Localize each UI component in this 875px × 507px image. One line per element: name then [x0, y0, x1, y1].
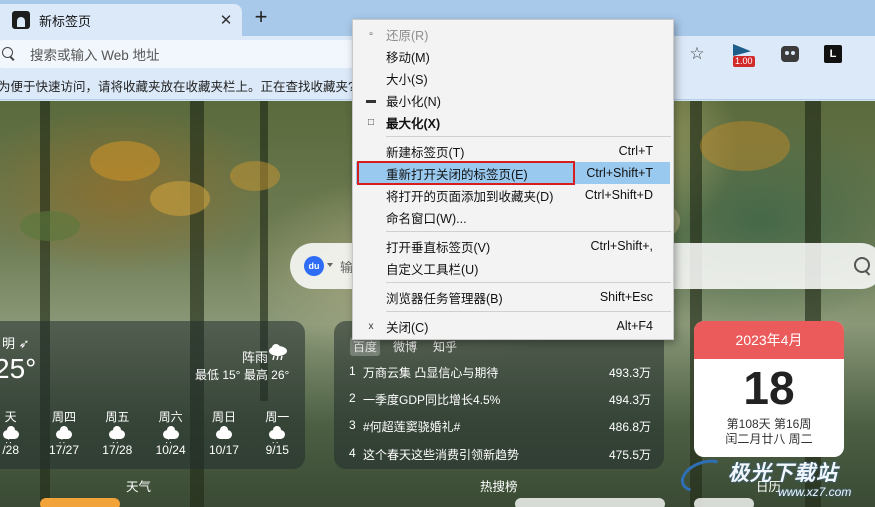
watermark-logo: 极光下载站 www.xz7.com — [676, 453, 875, 507]
rain-icon — [251, 425, 304, 447]
menu-item-move[interactable]: 移动(M) — [356, 45, 670, 67]
tab-new-tab[interactable]: 新标签页 ✕ — [0, 4, 242, 36]
menu-item-new-tab[interactable]: 新建标签页(T) Ctrl+T — [356, 140, 670, 162]
rain-icon — [91, 425, 144, 447]
chevron-down-icon[interactable] — [327, 263, 333, 267]
forecast-day: 周五 17/28 — [91, 408, 144, 457]
baidu-engine-icon[interactable]: du — [304, 256, 324, 276]
menu-item-customize-toolbar[interactable]: 自定义工具栏(U) — [356, 257, 670, 279]
list-item[interactable]: 1 万商云集 凸显信心与期待 493.3万 — [349, 364, 651, 381]
minimize-icon: ▬ — [366, 94, 376, 106]
menu-item-add-pages-to-favorites[interactable]: 将打开的页面添加到收藏夹(D) Ctrl+Shift+D — [356, 184, 670, 206]
menu-item-minimize[interactable]: ▬ 最小化(N) — [356, 89, 670, 111]
menu-separator — [386, 136, 671, 137]
extension-l-icon[interactable]: L — [821, 42, 845, 66]
menu-separator — [386, 311, 671, 312]
hot-search-card: 百度 微博 知乎 1 万商云集 凸显信心与期待 493.3万 2 一季度GDP同比增长… — [334, 321, 664, 469]
calendar-day: 18 — [743, 362, 795, 414]
weather-label: 天气 — [126, 480, 152, 494]
menu-separator — [386, 231, 671, 232]
address-bar[interactable]: 搜索或输入 Web 地址 — [0, 40, 362, 68]
menu-separator — [386, 282, 671, 283]
search-icon[interactable] — [853, 256, 873, 276]
window-context-menu: ▫ 还原(R) 移动(M) 大小(S) ▬ 最小化(N) □ 最大化(X) 新建… — [352, 19, 674, 340]
tab-title: 新标签页 — [39, 13, 92, 29]
cloud-icon — [197, 425, 250, 443]
menu-item-restore[interactable]: ▫ 还原(R) — [356, 23, 670, 45]
forecast-day: 天 /28 — [0, 408, 37, 457]
calendar-lunar-info: 闰二月廿八 周二 — [725, 432, 813, 446]
calendar-card[interactable]: 2023年4月 18 第108天 第16周 闰二月廿八 周二 — [694, 321, 844, 457]
extension-icon[interactable] — [778, 42, 802, 66]
extension-badge-count: 1.00 — [733, 56, 755, 67]
close-icon: x — [368, 320, 374, 332]
rain-icon — [144, 425, 197, 447]
search-icon — [2, 47, 16, 61]
weather-city: 明 ➶ — [2, 336, 30, 351]
bottom-widget[interactable] — [515, 498, 665, 507]
menu-item-size[interactable]: 大小(S) — [356, 67, 670, 89]
restore-icon: ▫ — [369, 28, 373, 40]
rain-cloud-icon — [267, 343, 289, 361]
calendar-week-info: 第108天 第16周 — [726, 417, 812, 431]
favorites-hint-text: 为便于快速访问，请将收藏夹放在收藏夹栏上。正在查找收藏夹? — [0, 80, 355, 94]
forecast-day: 周日 10/17 — [197, 408, 250, 457]
extension-badge-icon[interactable]: 1.00 — [733, 44, 755, 67]
menu-item-vertical-tabs[interactable]: 打开垂直标签页(V) Ctrl+Shift+, — [356, 235, 670, 257]
weather-condition: 阵雨 — [242, 350, 269, 365]
weather-card[interactable]: 明 ➶ 25° 阵雨 最低 15° 最高 26° 天 /28 周四 17/27 … — [0, 321, 305, 469]
forecast-day: 周一 9/15 — [251, 408, 304, 457]
edge-tab-icon — [12, 11, 30, 29]
forecast-day: 周六 10/24 — [144, 408, 197, 457]
maximize-icon: □ — [367, 116, 375, 128]
menu-item-reopen-closed-tab[interactable]: 重新打开关闭的标签页(E) Ctrl+Shift+T — [356, 162, 670, 184]
menu-item-close[interactable]: x 关闭(C) Alt+F4 — [356, 315, 670, 337]
bottom-widget[interactable] — [40, 498, 120, 507]
close-tab-icon[interactable]: ✕ — [216, 11, 236, 29]
list-item[interactable]: 4 这个春天这些消费引领新趋势 475.5万 — [349, 446, 651, 463]
menu-item-task-manager[interactable]: 浏览器任务管理器(B) Shift+Esc — [356, 286, 670, 308]
new-tab-button[interactable]: + — [248, 5, 274, 31]
list-item[interactable]: 2 一季度GDP同比增长4.5% 494.3万 — [349, 391, 651, 408]
forecast-day: 周四 17/27 — [37, 408, 90, 457]
calendar-month: 2023年4月 — [694, 321, 844, 359]
weather-temp: 25° — [0, 353, 37, 384]
list-item[interactable]: 3 #何超莲窦骁婚礼# 486.8万 — [349, 418, 651, 435]
add-favorite-icon[interactable]: ☆ — [685, 42, 709, 66]
weather-range: 最低 15° 最高 26° — [195, 368, 290, 382]
weather-forecast: 天 /28 周四 17/27 周五 17/28 周六 10/24 周日 10/1… — [0, 408, 304, 457]
hot-search-label: 热搜榜 — [480, 480, 518, 494]
menu-item-maximize[interactable]: □ 最大化(X) — [356, 111, 670, 133]
address-placeholder: 搜索或输入 Web 地址 — [30, 48, 160, 63]
rain-icon — [37, 425, 90, 447]
menu-item-name-window[interactable]: 命名窗口(W)... — [356, 206, 670, 228]
rain-icon — [0, 425, 37, 447]
